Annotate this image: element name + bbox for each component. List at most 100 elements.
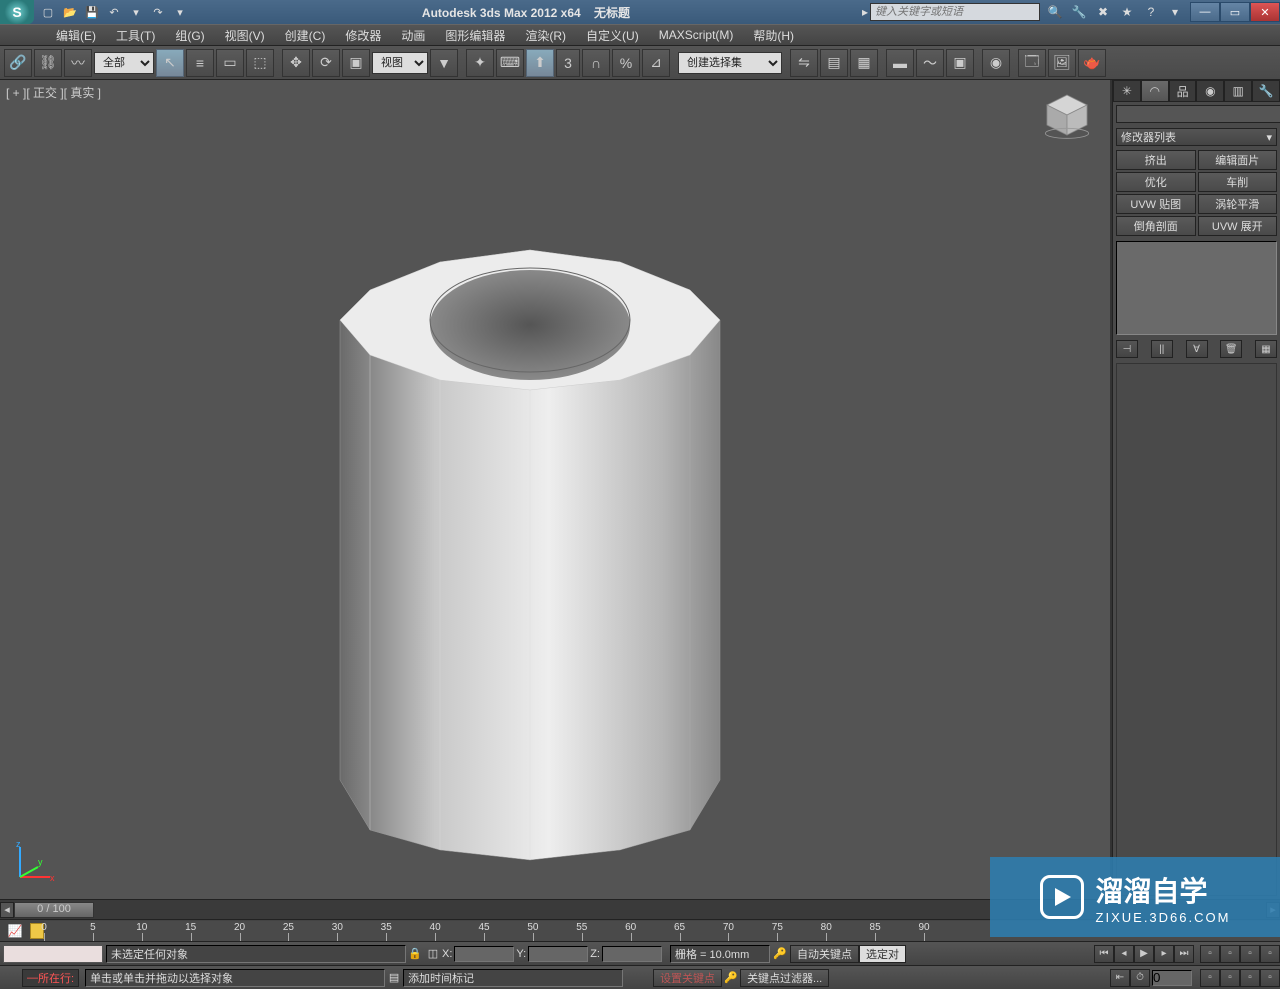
minimize-button[interactable]: —: [1190, 2, 1220, 22]
create-tab-icon[interactable]: ✳: [1113, 80, 1141, 102]
object-name-input[interactable]: [1116, 105, 1280, 123]
z-coord-input[interactable]: [602, 946, 662, 962]
select-by-name-icon[interactable]: ≡: [186, 49, 214, 77]
bind-spacewarp-icon[interactable]: 〰: [64, 49, 92, 77]
mod-chamfer-button[interactable]: 倒角剖面: [1116, 216, 1196, 236]
link-icon[interactable]: 🔗: [4, 49, 32, 77]
redo-icon[interactable]: ↷: [148, 3, 168, 21]
select-object-icon[interactable]: ↖: [156, 49, 184, 77]
pivot-icon[interactable]: ▼: [430, 49, 458, 77]
mod-edit-patch-button[interactable]: 编辑面片: [1198, 150, 1278, 170]
select-window-icon[interactable]: ⬚: [246, 49, 274, 77]
motion-tab-icon[interactable]: ◉: [1196, 80, 1224, 102]
vp-nav8-icon[interactable]: ▫: [1260, 969, 1280, 987]
viewport-label[interactable]: [ + ][ 正交 ][ 真实 ]: [6, 84, 101, 101]
rendered-frame-icon[interactable]: 🖼: [1048, 49, 1076, 77]
vp-nav7-icon[interactable]: ▫: [1240, 969, 1260, 987]
select-rect-icon[interactable]: ▭: [216, 49, 244, 77]
remove-modifier-icon[interactable]: 🗑: [1220, 340, 1242, 358]
selection-filter-dropdown[interactable]: 全部: [94, 52, 154, 74]
maximize-button[interactable]: ▭: [1220, 2, 1250, 22]
new-icon[interactable]: ▢: [38, 3, 58, 21]
manipulate-icon[interactable]: ✦: [466, 49, 494, 77]
selected-obj-button[interactable]: 选定对: [859, 945, 906, 963]
menu-modifiers[interactable]: 修改器: [335, 27, 391, 44]
time-tag-icon[interactable]: ▤: [385, 971, 403, 984]
menu-help[interactable]: 帮助(H): [743, 27, 804, 44]
mirror-icon[interactable]: ⇋: [790, 49, 818, 77]
mini-curve-editor-icon[interactable]: 📈: [0, 921, 30, 941]
time-tag-key-icon[interactable]: 🔑: [770, 947, 790, 960]
mod-uvwmap-button[interactable]: UVW 贴图: [1116, 194, 1196, 214]
vp-nav3-icon[interactable]: ▫: [1240, 945, 1260, 963]
menu-group[interactable]: 组(G): [165, 27, 214, 44]
pin-stack-icon[interactable]: ⊣: [1116, 340, 1138, 358]
scale-icon[interactable]: ▣: [342, 49, 370, 77]
mod-uvw-unwrap-button[interactable]: UVW 展开: [1198, 216, 1278, 236]
snap-toggle-icon[interactable]: ⬆: [526, 49, 554, 77]
next-frame-icon[interactable]: ▸: [1154, 945, 1174, 963]
angle-snap-icon[interactable]: 3: [556, 49, 580, 77]
open-icon[interactable]: 📂: [60, 3, 80, 21]
viewport[interactable]: [ + ][ 正交 ][ 真实 ]: [0, 80, 1112, 899]
menu-customize[interactable]: 自定义(U): [576, 27, 649, 44]
rotate-icon[interactable]: ⟳: [312, 49, 340, 77]
named-sel-set-dropdown[interactable]: 创建选择集: [678, 52, 782, 74]
display-tab-icon[interactable]: ▥: [1224, 80, 1252, 102]
play-icon[interactable]: ▶: [1134, 945, 1154, 963]
render-icon[interactable]: 🫖: [1078, 49, 1106, 77]
mod-optimize-button[interactable]: 优化: [1116, 172, 1196, 192]
goto-start-icon[interactable]: ⏮: [1094, 945, 1114, 963]
menu-tools[interactable]: 工具(T): [106, 27, 165, 44]
hierarchy-tab-icon[interactable]: 品: [1169, 80, 1197, 102]
script-listener-output[interactable]: [3, 945, 103, 963]
vp-nav1-icon[interactable]: ▫: [1200, 945, 1220, 963]
vp-nav5-icon[interactable]: ▫: [1200, 969, 1220, 987]
save-icon[interactable]: 💾: [82, 3, 102, 21]
y-coord-input[interactable]: [528, 946, 588, 962]
layer-manager-icon[interactable]: ▦: [850, 49, 878, 77]
help-drop-icon[interactable]: ▾: [1166, 3, 1184, 21]
mod-lathe-button[interactable]: 车削: [1198, 172, 1278, 192]
undo-drop-icon[interactable]: ▾: [126, 3, 146, 21]
unlink-icon[interactable]: ⛓: [34, 49, 62, 77]
search-go-icon[interactable]: 🔍: [1046, 3, 1064, 21]
goto-end-icon[interactable]: ⏭: [1174, 945, 1194, 963]
ref-coord-dropdown[interactable]: 视图: [372, 52, 428, 74]
menu-create[interactable]: 创建(C): [275, 27, 336, 44]
edged-faces-icon[interactable]: ⊿: [642, 49, 670, 77]
rollup-area[interactable]: [1116, 363, 1277, 896]
vp-nav2-icon[interactable]: ▫: [1220, 945, 1240, 963]
make-unique-icon[interactable]: ∀: [1186, 340, 1208, 358]
menu-edit[interactable]: 编辑(E): [46, 27, 106, 44]
tube-object[interactable]: [200, 140, 840, 880]
auto-key-button[interactable]: 自动关键点: [790, 945, 859, 963]
add-time-tag-field[interactable]: 添加时间标记: [403, 969, 623, 987]
redo-drop-icon[interactable]: ▾: [170, 3, 190, 21]
modify-tab-icon[interactable]: ◠: [1141, 80, 1169, 102]
spinner-snap-icon[interactable]: %: [612, 49, 640, 77]
lock-selection-icon[interactable]: 🔒: [406, 947, 424, 960]
help-icon[interactable]: ?: [1142, 3, 1160, 21]
mod-turbosmooth-button[interactable]: 涡轮平滑: [1198, 194, 1278, 214]
exchange-icon[interactable]: ✖: [1094, 3, 1112, 21]
time-config-icon[interactable]: ⏱: [1130, 969, 1150, 987]
modifier-list-dropdown[interactable]: 修改器列表 ▾: [1116, 128, 1277, 146]
subscription-icon[interactable]: 🔧: [1070, 3, 1088, 21]
material-editor-icon[interactable]: ◉: [982, 49, 1010, 77]
utilities-tab-icon[interactable]: 🔧: [1252, 80, 1280, 102]
favorite-icon[interactable]: ★: [1118, 3, 1136, 21]
graphite-icon[interactable]: ▬: [886, 49, 914, 77]
keyboard-shortcut-icon[interactable]: ⌨: [496, 49, 524, 77]
schematic-icon[interactable]: ▣: [946, 49, 974, 77]
percent-snap-icon[interactable]: ∩: [582, 49, 610, 77]
render-setup-icon[interactable]: 🗔: [1018, 49, 1046, 77]
menu-animation[interactable]: 动画: [391, 27, 435, 44]
app-logo-icon[interactable]: S: [0, 0, 34, 24]
set-key-button[interactable]: 设置关键点: [653, 969, 722, 987]
help-search-input[interactable]: [870, 3, 1040, 21]
menu-views[interactable]: 视图(V): [215, 27, 275, 44]
close-button[interactable]: ✕: [1250, 2, 1280, 22]
viewcube-icon[interactable]: [1042, 90, 1092, 140]
align-icon[interactable]: ▤: [820, 49, 848, 77]
